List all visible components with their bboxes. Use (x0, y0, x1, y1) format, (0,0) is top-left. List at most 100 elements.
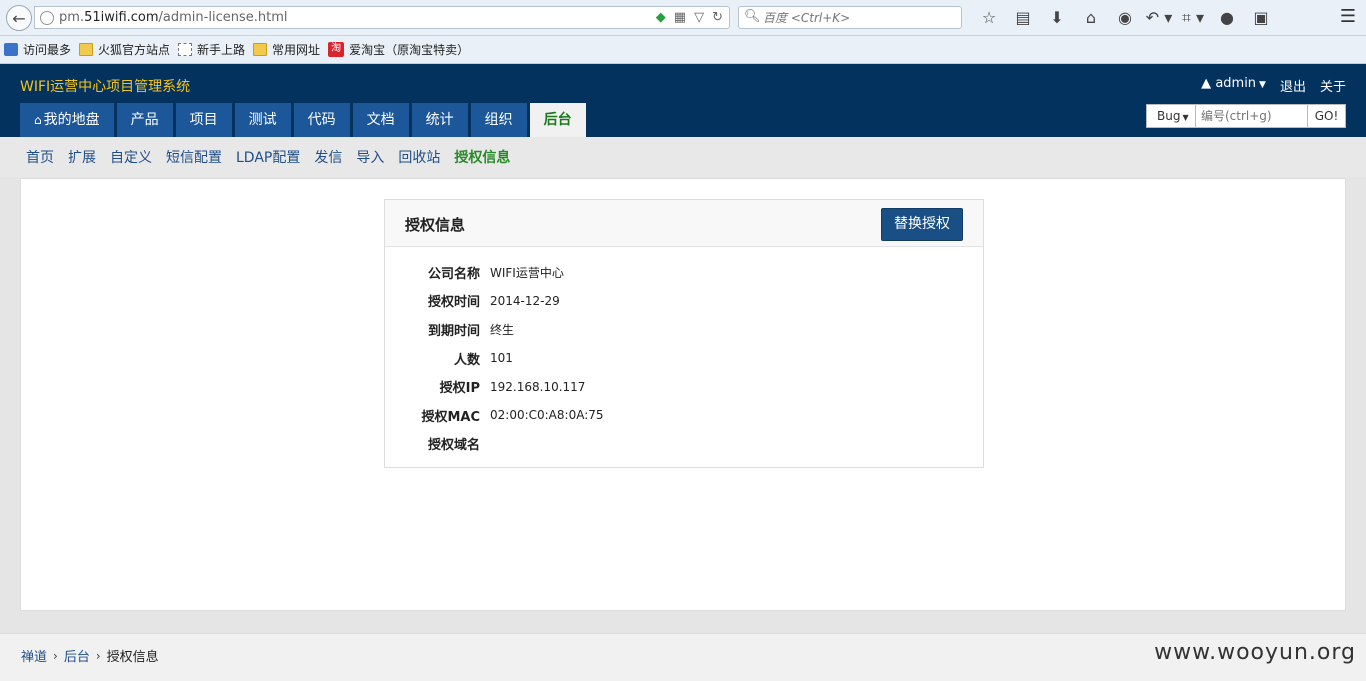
crop-icon[interactable]: ⌗ ▾ (1176, 8, 1210, 28)
info-row-company: 公司名称 WIFI运营中心 (405, 258, 604, 287)
shield-icon[interactable]: ◆ (656, 10, 666, 25)
nav-tab-doc[interactable]: 文档 (352, 103, 409, 137)
hamburger-menu-icon[interactable]: ☰ (1340, 6, 1356, 27)
info-value: 终生 (490, 322, 515, 337)
browser-toolbar: ← pm.51iwifi.com/admin-license.html ◆ ▦ … (0, 0, 1366, 36)
breadcrumb: 禅道 › 后台 › 授权信息 (21, 646, 159, 666)
qr-code-icon[interactable]: ▦ (674, 10, 686, 25)
info-value: 192.168.10.117 (490, 379, 586, 394)
info-label: 公司名称 (427, 266, 480, 282)
info-label: 到期时间 (427, 323, 480, 339)
reload-icon[interactable]: ↻ (712, 10, 723, 25)
reader-icon (4, 43, 18, 56)
info-value: 2014-12-29 (490, 293, 560, 308)
subnav-ldap[interactable]: LDAP配置 (236, 147, 300, 167)
toolbar-icons: ☆ ▤ ⬇ ⌂ ◉ ↶ ▾ ⌗ ▾ ● ▣ (972, 8, 1278, 28)
back-arrow-icon[interactable]: ← (6, 5, 32, 31)
user-icon: ▲ (1201, 76, 1212, 91)
info-row-license-date: 授权时间 2014-12-29 (405, 287, 604, 316)
info-label: 授权IP (439, 381, 480, 397)
app-header: WIFI运营中心项目管理系统 ▲ admin ▼ 退出 关于 ⌂ 我的地盘 产品 项… (0, 64, 1366, 137)
star-icon[interactable]: ☆ (972, 8, 1006, 28)
subnav-import[interactable]: 导入 (356, 147, 384, 167)
caret-down-icon: ▼ (1182, 113, 1189, 122)
nav-tab-qa[interactable]: 测试 (234, 103, 291, 137)
chevron-right-icon: › (95, 648, 101, 663)
dropdown-triangle-icon[interactable]: ▽ (694, 10, 704, 25)
breadcrumb-link-admin[interactable]: 后台 (64, 646, 90, 665)
subnav-trash[interactable]: 回收站 (398, 147, 440, 167)
download-icon[interactable]: ⬇ (1040, 8, 1074, 28)
nav-tab-project[interactable]: 项目 (175, 103, 232, 137)
bookmark-aitaobao[interactable]: 淘 爱淘宝（原淘宝特卖） (328, 41, 469, 58)
folder-icon (79, 43, 94, 56)
bookmark-most-visited[interactable]: 访问最多 (4, 41, 71, 58)
bookmark-firefox-official[interactable]: 火狐官方站点 (79, 41, 170, 58)
bookmark-common-sites[interactable]: 常用网址 (253, 41, 320, 58)
nav-tab-admin[interactable]: 后台 (529, 103, 586, 137)
replace-license-button[interactable]: 替换授权 (881, 208, 963, 241)
speech-bubble-icon[interactable]: ● (1210, 8, 1244, 28)
subnav-sms[interactable]: 短信配置 (166, 147, 222, 167)
globe-icon (40, 11, 54, 25)
home-icon: ⌂ (34, 113, 42, 127)
main-content: 授权信息 替换授权 公司名称 WIFI运营中心 授权时间 2014-12-29 … (20, 178, 1346, 611)
logout-link[interactable]: 退出 (1280, 76, 1306, 95)
app-title[interactable]: WIFI运营中心项目管理系统 (20, 76, 190, 96)
nav-tab-repo[interactable]: 代码 (293, 103, 350, 137)
license-panel: 授权信息 替换授权 公司名称 WIFI运营中心 授权时间 2014-12-29 … (384, 199, 984, 468)
undo-icon[interactable]: ↶ ▾ (1142, 8, 1176, 28)
search-type-dropdown[interactable]: Bug ▼ (1146, 104, 1196, 128)
home-icon[interactable]: ⌂ (1074, 8, 1108, 28)
nav-tab-my[interactable]: ⌂ 我的地盘 (20, 103, 114, 137)
nav-tab-company[interactable]: 组织 (470, 103, 527, 137)
about-link[interactable]: 关于 (1320, 76, 1346, 95)
info-row-users: 人数 101 (405, 344, 604, 373)
admin-sub-nav: 首页 扩展 自定义 短信配置 LDAP配置 发信 导入 回收站 授权信息 (0, 137, 1366, 177)
watermark: www.wooyun.org (1154, 640, 1356, 665)
search-icon: 🔍︎ (744, 9, 761, 24)
info-label: 人数 (453, 352, 480, 368)
license-info-table: 公司名称 WIFI运营中心 授权时间 2014-12-29 到期时间 终生 人数… (405, 258, 604, 459)
caret-down-icon: ▼ (1259, 80, 1266, 90)
info-label: 授权域名 (427, 438, 480, 454)
subnav-home[interactable]: 首页 (26, 147, 54, 167)
panel-title: 授权信息 (405, 216, 466, 234)
search-id-input[interactable] (1196, 104, 1308, 128)
browser-search-box[interactable]: 🔍︎ (738, 6, 962, 29)
user-menu: ▲ admin ▼ 退出 关于 (1201, 76, 1346, 95)
subnav-license[interactable]: 授权信息 (454, 147, 510, 167)
browser-search-input[interactable] (763, 9, 953, 26)
main-nav: ⌂ 我的地盘 产品 项目 测试 代码 文档 统计 组织 后台 (20, 103, 586, 137)
info-value: 101 (490, 351, 513, 366)
bookmarks-bar: 访问最多 火狐官方站点 新手上路 常用网址 淘 爱淘宝（原淘宝特卖） (0, 36, 1366, 64)
info-label: 授权MAC (421, 409, 480, 425)
chat-icon[interactable]: ◉ (1108, 8, 1142, 28)
info-row-mac: 授权MAC 02:00:C0:A8:0A:75 (405, 401, 604, 430)
chevron-right-icon: › (53, 648, 58, 663)
subnav-custom[interactable]: 自定义 (110, 147, 152, 167)
info-row-domain: 授权域名 (405, 430, 604, 459)
quick-search: Bug▼ GO! (1146, 104, 1346, 128)
info-row-expiry: 到期时间 终生 (405, 315, 604, 344)
nav-tab-product[interactable]: 产品 (116, 103, 173, 137)
breadcrumb-current: 授权信息 (106, 650, 159, 665)
bookmark-getting-started[interactable]: 新手上路 (178, 41, 245, 58)
breadcrumb-link-zentao[interactable]: 禅道 (21, 646, 47, 665)
reader-mode-icon[interactable]: ▣ (1244, 8, 1278, 28)
info-value: 02:00:C0:A8:0A:75 (490, 408, 604, 423)
clipboard-icon[interactable]: ▤ (1006, 8, 1040, 28)
address-bar[interactable]: pm.51iwifi.com/admin-license.html ◆ ▦ ▽ … (34, 6, 730, 29)
taobao-icon: 淘 (328, 42, 345, 57)
subnav-mail[interactable]: 发信 (314, 147, 342, 167)
info-row-ip: 授权IP 192.168.10.117 (405, 372, 604, 401)
folder-icon (253, 43, 268, 56)
subnav-extension[interactable]: 扩展 (68, 147, 96, 167)
go-button[interactable]: GO! (1308, 104, 1346, 128)
user-dropdown[interactable]: ▲ admin ▼ (1201, 76, 1266, 95)
url-text[interactable]: pm.51iwifi.com/admin-license.html (59, 10, 287, 25)
nav-tab-report[interactable]: 统计 (411, 103, 468, 137)
info-value: WIFI运营中心 (490, 265, 564, 280)
url-action-icons: ◆ ▦ ▽ ↻ (656, 10, 723, 25)
panel-header: 授权信息 替换授权 (385, 200, 983, 247)
